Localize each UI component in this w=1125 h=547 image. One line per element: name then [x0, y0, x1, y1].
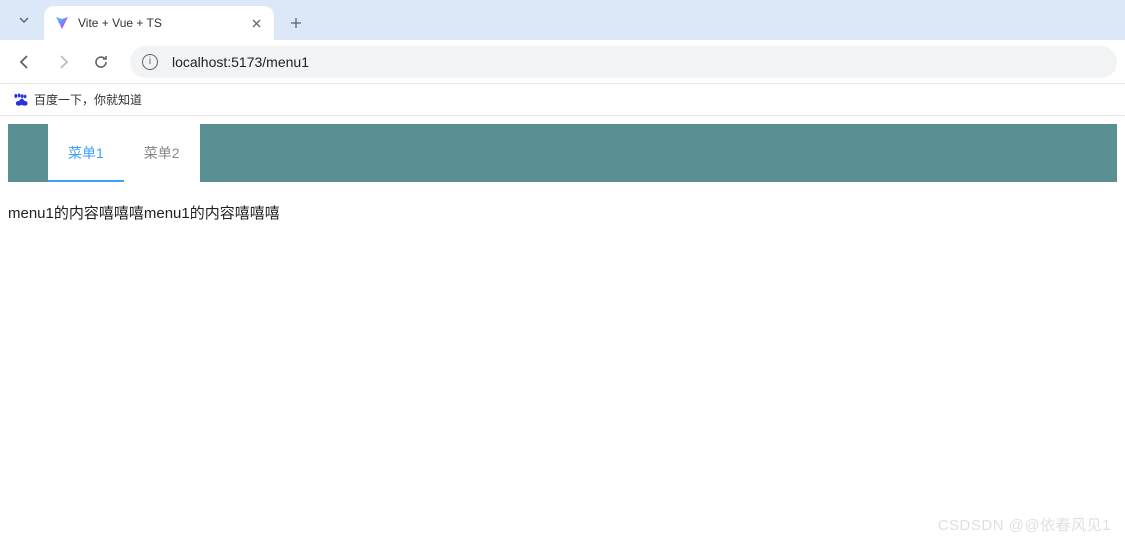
- bookmarks-bar: 百度一下，你就知道: [0, 84, 1125, 116]
- content-text: menu1的内容嘻嘻嘻menu1的内容嘻嘻嘻: [8, 202, 1117, 223]
- back-button[interactable]: [8, 45, 42, 79]
- menu-bar: 菜单1 菜单2: [8, 124, 1117, 182]
- tab-search-dropdown[interactable]: [8, 4, 40, 36]
- address-bar[interactable]: i localhost:5173/menu1: [130, 46, 1117, 78]
- baidu-icon: [12, 92, 28, 108]
- new-tab-button[interactable]: [282, 9, 310, 37]
- browser-toolbar: i localhost:5173/menu1: [0, 40, 1125, 84]
- menu-tabs: 菜单1 菜单2: [48, 124, 200, 182]
- close-tab-button[interactable]: [248, 15, 264, 31]
- watermark: CSDSDN @@依春风见1: [938, 514, 1111, 535]
- tab-title: Vite + Vue + TS: [78, 16, 248, 30]
- tab-label: 菜单1: [68, 143, 104, 163]
- vite-favicon-icon: [54, 15, 70, 31]
- reload-button[interactable]: [84, 45, 118, 79]
- tab-label: 菜单2: [144, 143, 180, 163]
- site-info-icon[interactable]: i: [142, 54, 158, 70]
- browser-tab-strip: Vite + Vue + TS: [0, 0, 1125, 40]
- browser-tab-active[interactable]: Vite + Vue + TS: [44, 6, 274, 40]
- bookmark-baidu[interactable]: 百度一下，你就知道: [12, 91, 142, 108]
- tab-menu1[interactable]: 菜单1: [48, 124, 124, 182]
- page-content: 菜单1 菜单2 menu1的内容嘻嘻嘻menu1的内容嘻嘻嘻: [0, 116, 1125, 231]
- tab-menu2[interactable]: 菜单2: [124, 124, 200, 182]
- chevron-down-icon: [18, 14, 30, 26]
- bookmark-label: 百度一下，你就知道: [34, 91, 142, 108]
- url-text: localhost:5173/menu1: [172, 54, 309, 70]
- forward-button[interactable]: [46, 45, 80, 79]
